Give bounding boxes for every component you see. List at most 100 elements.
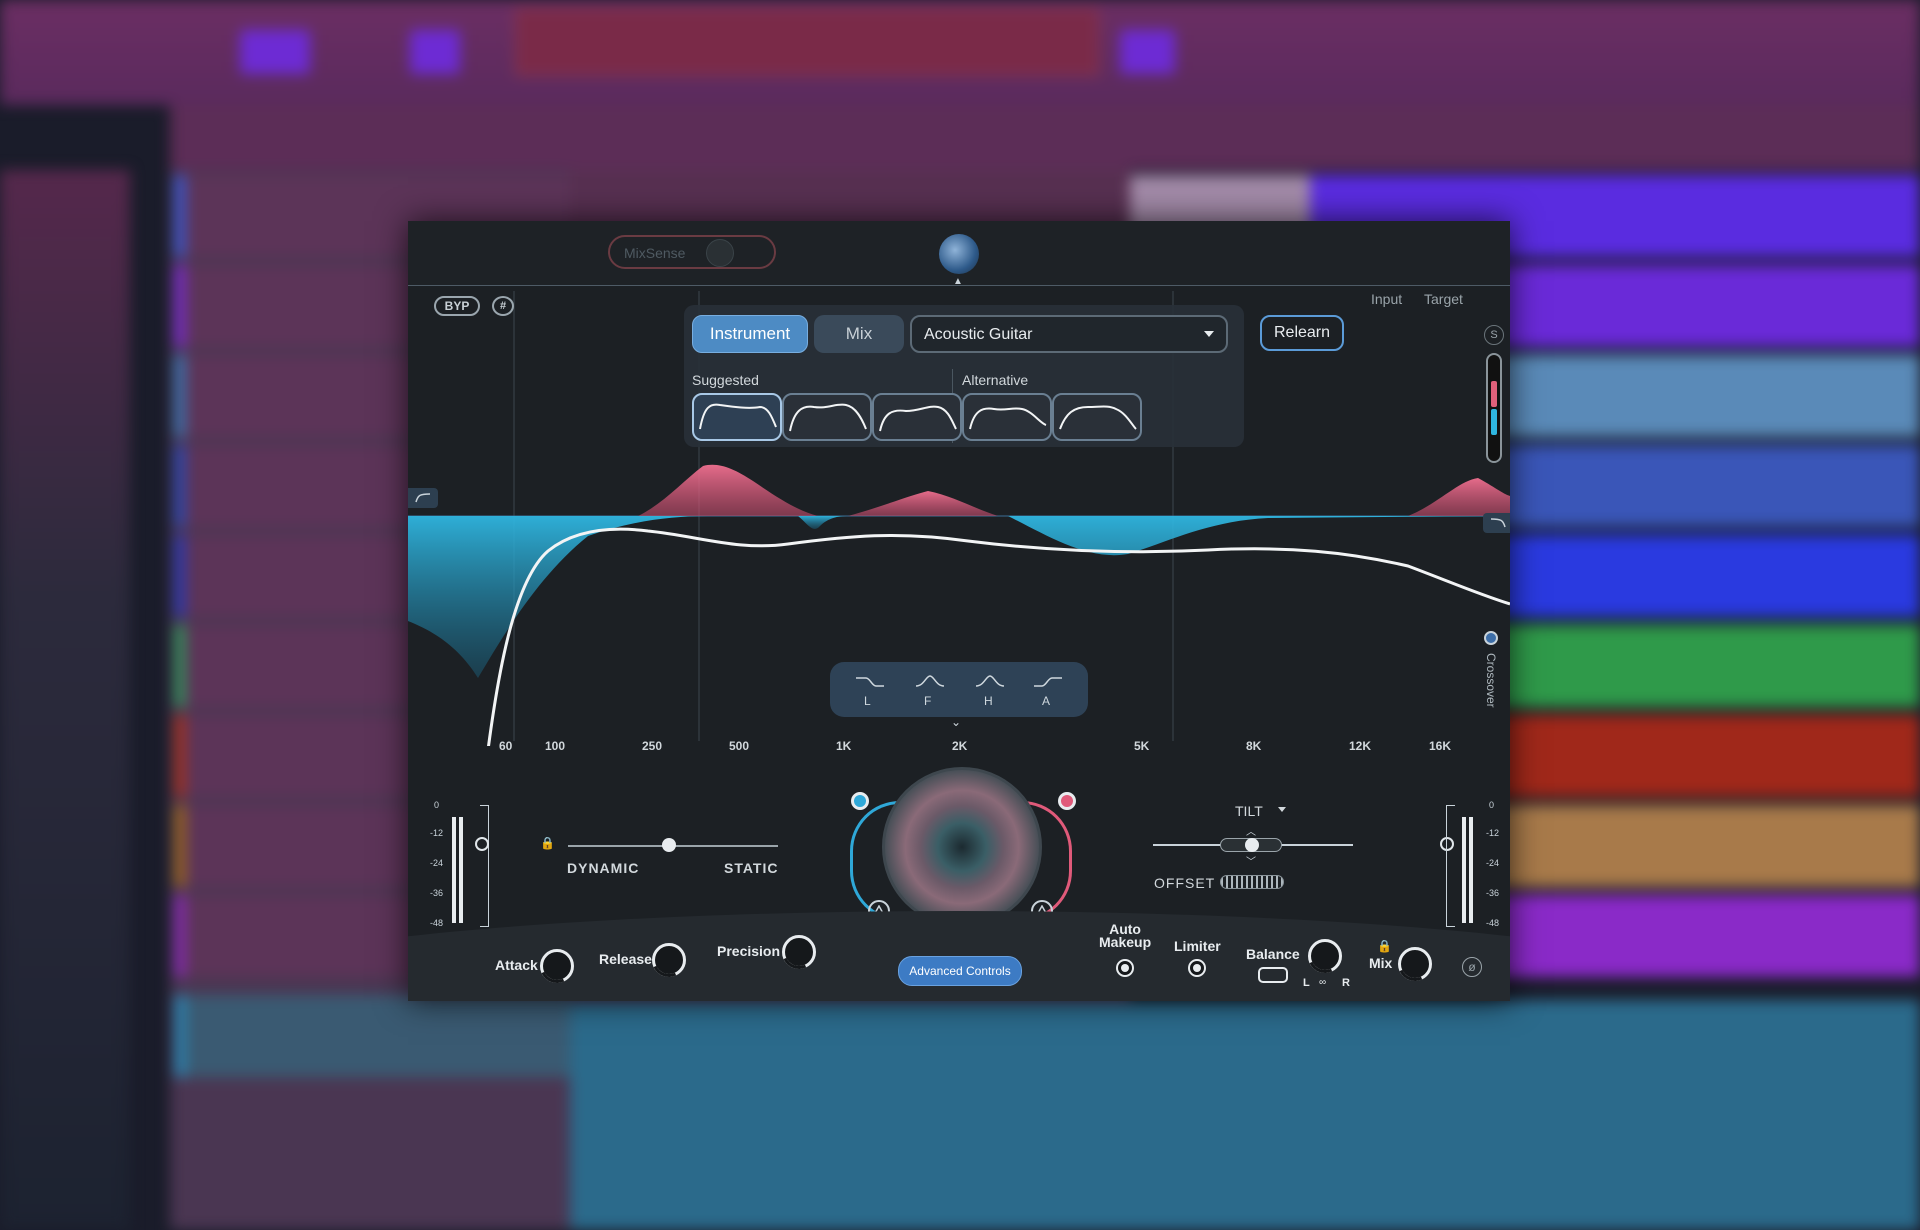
- chevron-down-icon[interactable]: [1278, 807, 1286, 812]
- phase-invert-button[interactable]: ø: [1462, 957, 1482, 977]
- chevron-down-icon[interactable]: ⌄: [951, 715, 961, 729]
- highpass-handle[interactable]: [408, 488, 438, 508]
- high-shelf-icon: [1034, 677, 1062, 687]
- plugin-top-bar: MixSense ▲: [408, 221, 1510, 287]
- auto-makeup-toggle[interactable]: [1116, 959, 1134, 977]
- eq-boost-area: [638, 464, 818, 516]
- freq-label: 250: [642, 739, 663, 753]
- filter-letter: L: [864, 694, 871, 708]
- grid-icon[interactable]: #: [492, 296, 514, 316]
- daw-left-panel: [0, 170, 130, 1230]
- attack-knob[interactable]: [540, 949, 574, 983]
- daw-scene-bar: [170, 105, 1920, 170]
- mixsense-switch-knob: [706, 239, 734, 267]
- balance-label: Balance: [1246, 946, 1300, 962]
- freq-label: 12K: [1349, 739, 1372, 753]
- balance-left-label: L: [1303, 977, 1310, 989]
- input-label[interactable]: Input: [1371, 291, 1402, 307]
- curve-preview-icon: [1059, 405, 1137, 430]
- release-knob[interactable]: [652, 943, 686, 977]
- preset-suggested-1[interactable]: [692, 393, 782, 441]
- dynamic-static-handle[interactable]: [662, 838, 676, 852]
- freq-label: 2K: [952, 739, 968, 753]
- daw-toolbar-button: [240, 30, 310, 74]
- input-gain-bracket: [480, 805, 489, 927]
- limiter-label: Limiter: [1174, 938, 1221, 954]
- balance-right-label: R: [1342, 977, 1350, 989]
- solo-button[interactable]: S: [1484, 325, 1504, 345]
- suggested-label: Suggested: [692, 372, 759, 388]
- meter-scale-label: -36: [1486, 888, 1500, 898]
- balance-mode-select[interactable]: [1258, 967, 1288, 983]
- static-label: STATIC: [724, 860, 779, 876]
- tab-instrument[interactable]: Instrument: [692, 315, 808, 353]
- advanced-controls-button[interactable]: Advanced Controls: [898, 956, 1022, 986]
- freq-label: 500: [729, 739, 750, 753]
- balance-knob[interactable]: [1308, 939, 1342, 973]
- lock-icon[interactable]: 🔒: [540, 836, 555, 850]
- high-bell-icon: [975, 675, 1005, 687]
- lowpass-handle[interactable]: [1483, 513, 1510, 533]
- low-shelf-icon: [856, 677, 884, 687]
- filter-high-shelf-button[interactable]: A: [1030, 672, 1066, 708]
- instrument-select[interactable]: Acoustic Guitar: [910, 315, 1228, 353]
- freq-label: 60: [499, 739, 513, 753]
- lock-icon[interactable]: 🔒: [1377, 939, 1392, 953]
- meter-scale-label: -24: [1486, 858, 1500, 868]
- instrument-select-value: Acoustic Guitar: [924, 326, 1033, 343]
- mixsense-toggle[interactable]: MixSense: [608, 235, 776, 269]
- mix-knob[interactable]: [1398, 947, 1432, 981]
- instrument-panel: Instrument Mix Acoustic Guitar Suggested…: [684, 305, 1244, 447]
- curve-preview-icon: [969, 407, 1047, 430]
- output-gain-bracket: [1446, 805, 1455, 927]
- preset-suggested-3[interactable]: [872, 393, 962, 441]
- filter-letter: F: [924, 694, 932, 708]
- meter-scale-label: -48: [1486, 918, 1500, 928]
- cut-amount-handle[interactable]: [851, 792, 869, 810]
- auto-makeup-label-line2: Makeup: [1099, 934, 1152, 950]
- boost-amount-handle[interactable]: [1058, 792, 1076, 810]
- mixsense-label: MixSense: [624, 245, 686, 261]
- tilt-label[interactable]: TILT: [1235, 803, 1263, 819]
- attack-label: Attack: [495, 957, 538, 973]
- chevron-down-icon: [1204, 331, 1214, 337]
- crossover-control[interactable]: Crossover: [1476, 631, 1506, 721]
- chevron-up-icon[interactable]: ︿: [1246, 823, 1256, 838]
- chevron-down-icon[interactable]: ﹀: [1246, 853, 1256, 868]
- preset-alternative-1[interactable]: [962, 393, 1052, 441]
- curve-preview-icon: [699, 403, 777, 430]
- filter-h-button[interactable]: H: [972, 672, 1008, 708]
- eq-boost-area: [1408, 478, 1510, 516]
- freq-label: 8K: [1246, 739, 1262, 753]
- release-label: Release: [599, 951, 652, 967]
- input-gain-handle[interactable]: [475, 837, 489, 851]
- bypass-button[interactable]: BYP: [434, 296, 480, 316]
- daw-toolbar-button: [410, 30, 460, 74]
- plugin-window: MixSense ▲ BYP # Input Target S Instrume…: [408, 221, 1510, 1001]
- eq-graph[interactable]: BYP # Input Target S Instrument Mix Acou…: [408, 286, 1510, 753]
- amount-dial[interactable]: [882, 767, 1042, 927]
- offset-control[interactable]: [1220, 875, 1284, 889]
- alternative-label: Alternative: [962, 372, 1029, 388]
- freq-label: 1K: [836, 739, 852, 753]
- input-meter-left: [452, 817, 456, 923]
- link-icon[interactable]: ∞: [1319, 977, 1326, 988]
- crossover-dot[interactable]: [1484, 631, 1498, 645]
- limiter-toggle[interactable]: [1188, 959, 1206, 977]
- preset-alternative-2[interactable]: [1052, 393, 1142, 441]
- preset-suggested-2[interactable]: [782, 393, 872, 441]
- filter-f-button[interactable]: F: [912, 672, 948, 708]
- freq-label: 5K: [1134, 739, 1150, 753]
- relearn-button[interactable]: Relearn: [1260, 315, 1344, 351]
- filter-low-shelf-button[interactable]: L: [852, 672, 888, 708]
- tilt-handle[interactable]: [1245, 838, 1259, 852]
- curve-preview-icon: [789, 403, 867, 432]
- dynamic-label: DYNAMIC: [567, 860, 640, 876]
- target-label[interactable]: Target: [1424, 291, 1463, 307]
- plugin-logo-icon[interactable]: [939, 234, 979, 274]
- tab-mix[interactable]: Mix: [814, 315, 904, 353]
- daw-track-header: [175, 995, 575, 1077]
- input-meter-right: [459, 817, 463, 923]
- precision-knob[interactable]: [782, 935, 816, 969]
- meter-scale-label: 0: [1489, 800, 1495, 810]
